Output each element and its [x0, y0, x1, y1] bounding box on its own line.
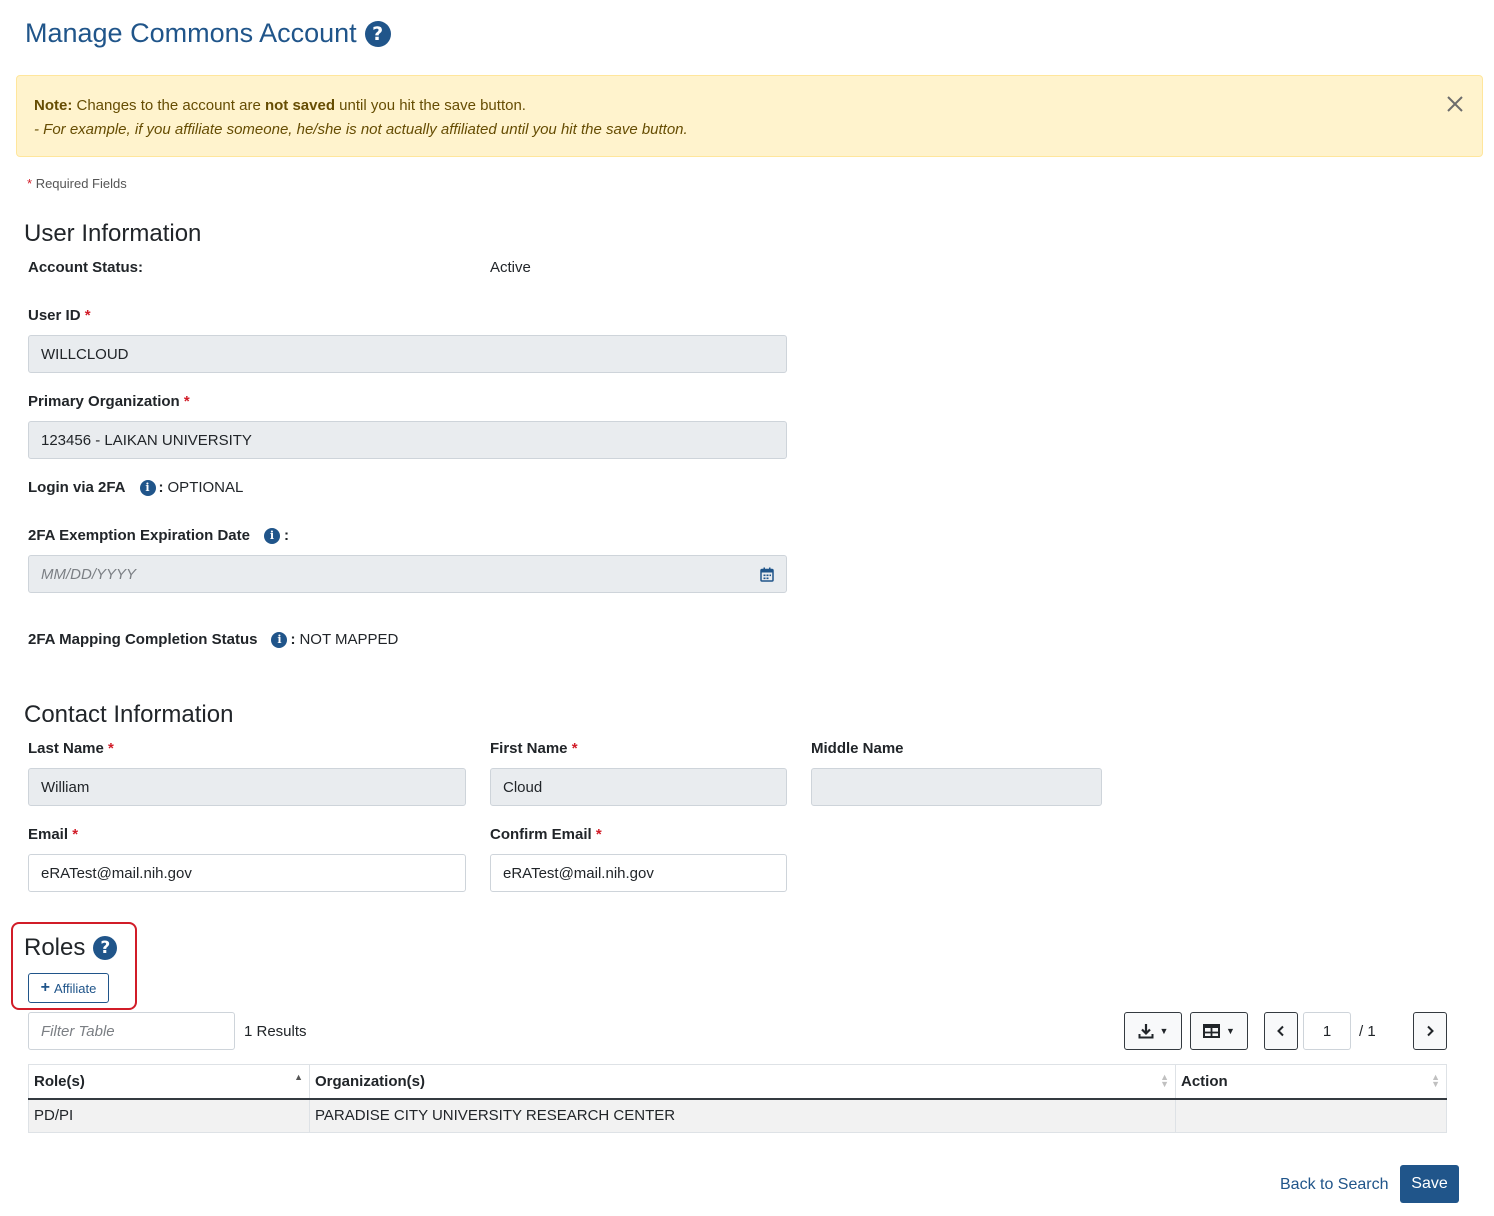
results-count: 1 Results	[244, 1023, 307, 1040]
unsaved-changes-alert: Note: Changes to the account are not sav…	[16, 75, 1483, 157]
alert-line-1: Note: Changes to the account are not sav…	[34, 97, 526, 114]
help-icon[interactable]: ?	[93, 936, 118, 960]
back-to-search-link[interactable]: Back to Search	[1280, 1176, 1389, 1194]
column-header-action[interactable]: Action ▲ ▼	[1175, 1064, 1447, 1100]
sort-icon: ▲	[294, 1072, 303, 1082]
close-icon[interactable]	[1444, 93, 1466, 115]
contact-information-heading: Contact Information	[24, 701, 234, 728]
first-name-field[interactable]: Cloud	[490, 768, 787, 806]
columns-dropdown-button[interactable]: ▼	[1190, 1012, 1248, 1050]
table-row: PD/PI PARADISE CITY UNIVERSITY RESEARCH …	[28, 1098, 1447, 1133]
save-button[interactable]: Save	[1400, 1165, 1459, 1203]
login-2fa-row: Login via 2FA i : OPTIONAL	[28, 479, 243, 496]
primary-org-label: Primary Organization *	[28, 393, 190, 410]
export-dropdown-button[interactable]: ▼	[1124, 1012, 1182, 1050]
table-cell-organization: PARADISE CITY UNIVERSITY RESEARCH CENTER	[309, 1098, 1176, 1133]
user-information-heading: User Information	[24, 220, 202, 247]
table-header-row: Role(s) ▲ Organization(s) ▲ ▼ Action ▲ ▼	[28, 1064, 1447, 1100]
middle-name-field[interactable]	[811, 768, 1102, 806]
column-header-organizations[interactable]: Organization(s) ▲ ▼	[309, 1064, 1176, 1100]
roles-heading: Roles	[24, 934, 86, 961]
page-title: Manage Commons Account ?	[25, 18, 391, 49]
next-page-button[interactable]	[1413, 1012, 1447, 1050]
caret-down-icon: ▼	[1226, 1026, 1235, 1036]
calendar-icon[interactable]	[760, 567, 774, 582]
filter-table-input[interactable]: Filter Table	[28, 1012, 235, 1050]
last-name-label: Last Name *	[28, 740, 114, 757]
required-star: *	[72, 826, 79, 843]
account-status-label: Account Status:	[28, 259, 144, 276]
exemption-label: 2FA Exemption Expiration Date	[28, 527, 250, 544]
required-star: *	[183, 393, 190, 410]
chevron-right-icon	[1427, 1025, 1434, 1037]
page-number-input[interactable]: 1	[1303, 1012, 1351, 1050]
mapping-value: NOT MAPPED	[299, 631, 399, 648]
confirm-email-field[interactable]: eRATest@mail.nih.gov	[490, 854, 787, 892]
roles-heading-row: Roles ?	[24, 934, 118, 962]
sort-icon: ▲ ▼	[1160, 1072, 1169, 1089]
user-id-label: User ID *	[28, 307, 91, 324]
column-header-roles[interactable]: Role(s) ▲	[28, 1064, 310, 1100]
account-status-value: Active	[490, 259, 531, 276]
table-columns-icon	[1203, 1024, 1221, 1038]
required-star: *	[571, 740, 578, 757]
caret-down-icon: ▼	[1159, 1026, 1169, 1036]
sort-icon: ▲ ▼	[1431, 1072, 1440, 1089]
last-name-field[interactable]: William	[28, 768, 466, 806]
mapping-row: 2FA Mapping Completion Status i : NOT MA…	[28, 631, 398, 648]
plus-icon: +	[40, 979, 50, 996]
email-label: Email *	[28, 826, 79, 843]
info-icon[interactable]: i	[139, 479, 156, 496]
required-star: *	[595, 826, 602, 843]
table-cell-role: PD/PI	[28, 1098, 310, 1133]
chevron-left-icon	[1277, 1025, 1284, 1037]
mapping-label: 2FA Mapping Completion Status	[28, 631, 258, 648]
alert-line-2: - For example, if you affiliate someone,…	[34, 121, 688, 138]
page-total: / 1	[1359, 1023, 1376, 1040]
login-2fa-label: Login via 2FA	[28, 479, 126, 496]
help-icon[interactable]: ?	[364, 20, 391, 47]
exemption-row: 2FA Exemption Expiration Date i :	[28, 527, 289, 544]
colon: :	[284, 527, 289, 544]
roles-table: Role(s) ▲ Organization(s) ▲ ▼ Action ▲ ▼ P…	[28, 1064, 1447, 1133]
email-field[interactable]: eRATest@mail.nih.gov	[28, 854, 466, 892]
info-icon[interactable]: i	[264, 527, 280, 544]
primary-org-field[interactable]: 123456 - LAIKAN UNIVERSITY	[28, 421, 787, 459]
required-star: *	[108, 740, 114, 757]
colon: :	[158, 479, 164, 496]
first-name-label: First Name *	[490, 740, 578, 757]
exemption-date-input[interactable]: MM/DD/YYYY	[28, 555, 787, 593]
required-star: *	[84, 307, 91, 324]
affiliate-button[interactable]: + Affiliate	[28, 973, 109, 1003]
page-title-text: Manage Commons Account	[25, 18, 357, 48]
download-icon	[1138, 1024, 1154, 1039]
colon: :	[290, 631, 296, 648]
prev-page-button[interactable]	[1264, 1012, 1298, 1050]
required-fields-note: * Required Fields	[27, 176, 127, 191]
table-cell-action	[1175, 1098, 1447, 1133]
info-icon[interactable]: i	[271, 631, 288, 648]
user-id-field[interactable]: WILLCLOUD	[28, 335, 787, 373]
middle-name-label: Middle Name	[811, 740, 904, 757]
confirm-email-label: Confirm Email *	[490, 826, 602, 843]
login-2fa-value: OPTIONAL	[167, 479, 244, 496]
